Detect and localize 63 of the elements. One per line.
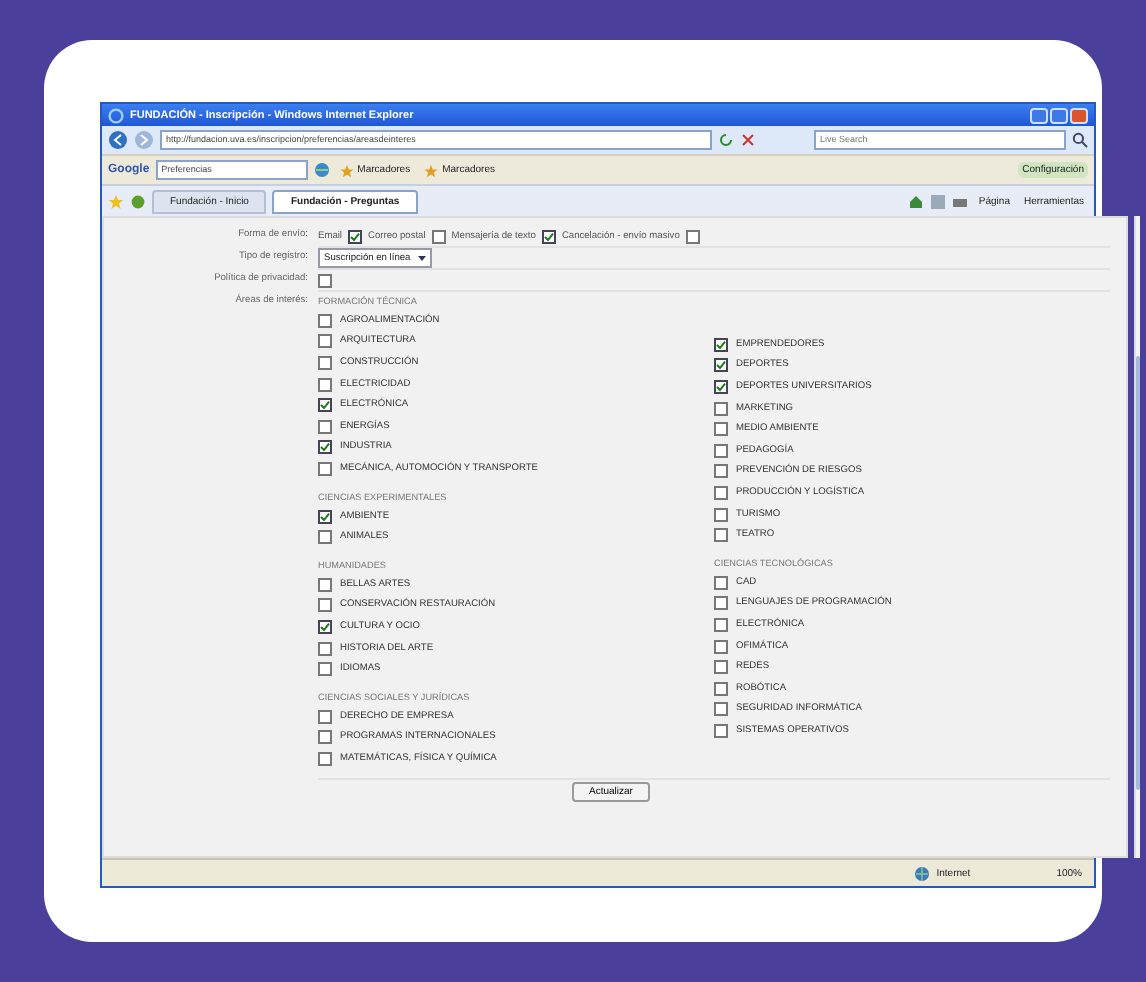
checkbox[interactable]: [318, 598, 332, 613]
scroll-thumb[interactable]: [1136, 356, 1140, 790]
favorites-star-icon[interactable]: [108, 193, 124, 209]
maximize-button[interactable]: [1050, 107, 1068, 123]
checkbox[interactable]: [318, 440, 332, 455]
checkbox[interactable]: [714, 723, 728, 738]
check-icon: [320, 621, 330, 632]
checkbox[interactable]: [318, 662, 332, 677]
checkbox[interactable]: [685, 229, 700, 243]
scrollbar[interactable]: [1134, 216, 1140, 858]
checkbox[interactable]: [714, 528, 728, 543]
checkbox[interactable]: [318, 619, 332, 634]
checkbox[interactable]: [541, 229, 556, 243]
checkbox[interactable]: [318, 751, 332, 766]
checkbox[interactable]: [714, 379, 728, 394]
checkbox[interactable]: [318, 334, 332, 349]
checkbox[interactable]: [714, 617, 728, 632]
search-icon[interactable]: [1072, 132, 1088, 148]
star-icon: [339, 163, 354, 177]
checkbox[interactable]: [318, 641, 332, 656]
add-favorite-icon[interactable]: [130, 193, 146, 209]
checkbox[interactable]: [318, 398, 332, 413]
checkbox[interactable]: [318, 577, 332, 592]
refresh-icon[interactable]: [718, 132, 734, 148]
check-icon: [320, 442, 330, 453]
checkbox[interactable]: [318, 530, 332, 545]
check-icon: [350, 231, 360, 241]
check-icon: [543, 231, 554, 241]
back-icon[interactable]: [108, 130, 128, 150]
checkbox[interactable]: [714, 443, 728, 458]
checkbox[interactable]: [714, 464, 728, 479]
checkbox[interactable]: [714, 702, 728, 717]
stop-icon[interactable]: [740, 132, 756, 148]
checkbox[interactable]: [714, 358, 728, 373]
checkbox[interactable]: [318, 730, 332, 745]
checkbox[interactable]: [318, 377, 332, 392]
checkbox[interactable]: [714, 337, 728, 352]
star-icon: [424, 163, 439, 177]
checkbox[interactable]: [318, 509, 332, 524]
checkbox[interactable]: [318, 313, 332, 328]
minimize-button[interactable]: [1030, 107, 1048, 123]
check-icon: [320, 511, 330, 522]
home-icon[interactable]: [908, 193, 925, 209]
checkbox[interactable]: [714, 507, 728, 522]
checkbox[interactable]: [714, 596, 728, 611]
checkbox[interactable]: [318, 419, 332, 434]
checkbox[interactable]: [714, 401, 728, 416]
checkbox[interactable]: [318, 461, 332, 476]
close-button[interactable]: [1070, 107, 1088, 123]
caret-icon: [416, 252, 429, 264]
check-icon: [320, 400, 330, 411]
checkbox[interactable]: [714, 575, 728, 590]
checkbox[interactable]: [431, 229, 446, 243]
checkbox[interactable]: [714, 681, 728, 696]
checkbox[interactable]: [318, 273, 332, 287]
checkbox[interactable]: [348, 229, 362, 243]
checkbox[interactable]: [714, 660, 728, 675]
checkbox[interactable]: [318, 355, 332, 370]
browser-logo-icon: [108, 107, 124, 123]
checkbox[interactable]: [318, 709, 332, 724]
checkbox[interactable]: [714, 639, 728, 654]
checkbox[interactable]: [714, 485, 728, 500]
checkbox[interactable]: [714, 422, 728, 437]
